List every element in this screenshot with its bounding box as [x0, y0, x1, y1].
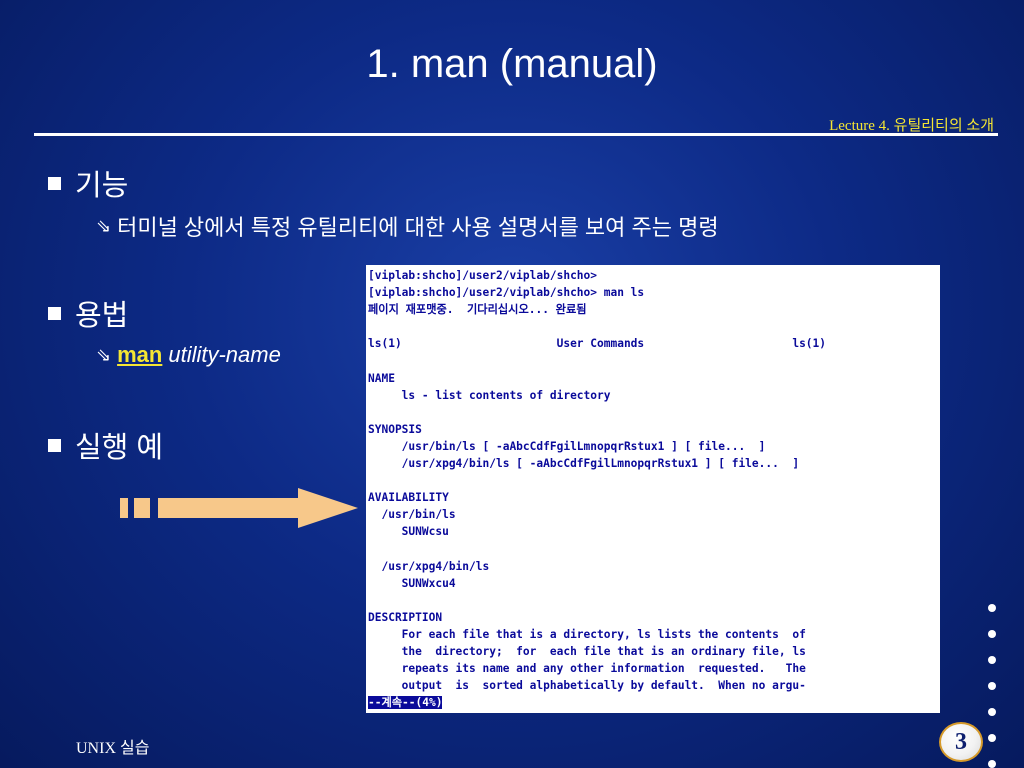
terminal-line: [viplab:shcho]/user2/viplab/shcho> man l…	[368, 286, 645, 300]
dot-icon	[988, 708, 996, 716]
terminal-line: ls - list contents of directory	[368, 388, 611, 402]
terminal-line: [viplab:shcho]/user2/viplab/shcho>	[368, 269, 598, 282]
terminal-line: NAME	[368, 371, 395, 385]
usage-argument: utility-name	[168, 342, 281, 367]
hollow-arrow-icon: ⇘	[96, 215, 112, 236]
terminal-line: SYNOPSIS	[368, 422, 422, 436]
title-divider	[34, 133, 998, 136]
dashed-arrow-icon	[120, 488, 358, 528]
dot-icon	[988, 682, 996, 690]
footer-course: UNIX 실습	[76, 740, 150, 757]
terminal-line: repeats its name and any other informati…	[368, 662, 806, 676]
terminal-line: /usr/bin/ls	[368, 508, 456, 522]
bullet-example: 실행 예	[48, 424, 163, 466]
terminal-line: 페이지 재포맷중. 기다리십시오... 완료됨	[368, 303, 587, 317]
terminal-line: /usr/xpg4/bin/ls [ -aAbcCdfFgilLmnopqrRs…	[368, 457, 800, 471]
page-number: 3	[939, 722, 983, 762]
square-bullet-icon	[48, 306, 61, 320]
terminal-line: output is sorted alphabetically by defau…	[368, 679, 806, 693]
dot-icon	[988, 656, 996, 664]
dot-icon	[988, 630, 996, 638]
hollow-arrow-icon: ⇘	[96, 344, 112, 365]
terminal-line: the directory; for each file that is an …	[368, 645, 806, 659]
terminal-output: [viplab:shcho]/user2/viplab/shcho> [vipl…	[366, 265, 940, 713]
terminal-line: AVAILABILITY	[368, 491, 449, 505]
terminal-text: [viplab:shcho]/user2/viplab/shcho> [vipl…	[366, 265, 940, 713]
usage-command: man	[117, 342, 163, 367]
dot-icon	[988, 734, 996, 742]
terminal-line: For each file that is a directory, ls li…	[368, 627, 806, 641]
terminal-line: /usr/xpg4/bin/ls	[368, 559, 490, 573]
lecture-subtitle: Lecture 4. 유틸리티의 소개	[829, 118, 994, 134]
square-bullet-icon	[48, 438, 61, 452]
sub-bullet-function-text: 터미널 상에서 특정 유틸리티에 대한 사용 설명서를 보여 주는 명령	[117, 215, 719, 240]
bullet-usage: 용법	[48, 292, 128, 334]
dot-icon	[988, 760, 996, 768]
terminal-line: /usr/bin/ls [ -aAbcCdfFgilLmnopqrRstux1 …	[368, 439, 766, 453]
bullet-function: 기능	[48, 162, 128, 204]
terminal-line: ls(1) User Commands ls(1)	[368, 337, 827, 351]
terminal-line: SUNWcsu	[368, 525, 449, 539]
sub-bullet-usage: ⇘ man utility-name	[96, 342, 281, 368]
terminal-line: SUNWxcu4	[368, 576, 456, 590]
slide-title: 1. man (manual)	[366, 42, 658, 86]
terminal-line: DESCRIPTION	[368, 610, 443, 624]
terminal-status-prompt: --계속--(4%)	[368, 696, 443, 710]
bullet-usage-label: 용법	[75, 300, 129, 332]
bullet-example-label: 실행 예	[75, 432, 164, 464]
dot-icon	[988, 604, 996, 612]
bullet-function-label: 기능	[75, 170, 129, 202]
sub-bullet-function: ⇘ 터미널 상에서 특정 유틸리티에 대한 사용 설명서를 보여 주는 명령	[96, 210, 719, 242]
square-bullet-icon	[48, 176, 61, 190]
